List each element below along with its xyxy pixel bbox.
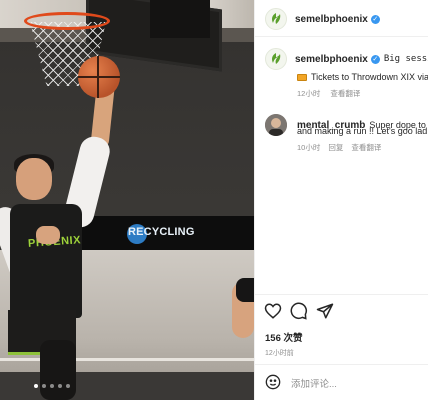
carousel-dot bbox=[58, 384, 62, 388]
caption-meta: 12小时 查看翻译 bbox=[297, 88, 360, 99]
comment-input-divider bbox=[255, 364, 428, 365]
profile-avatar[interactable] bbox=[265, 8, 287, 30]
comment-text-line2: and making a run !! Let's goo lad bbox=[297, 126, 428, 136]
comment-icon[interactable] bbox=[290, 302, 308, 320]
heart-icon[interactable] bbox=[264, 302, 282, 320]
caption-block: semelbphoenix ✓ Big session bbox=[265, 48, 428, 70]
caption-line2: Tickets to Throwdown XIX via bbox=[297, 72, 428, 82]
other-player-shirt bbox=[236, 278, 254, 302]
carousel-dot bbox=[66, 384, 70, 388]
post-time-ago: 12小时前 bbox=[265, 350, 294, 357]
carousel-dot bbox=[50, 384, 54, 388]
carousel-dot bbox=[42, 384, 46, 388]
comment-translate-link[interactable]: 查看翻译 bbox=[351, 142, 381, 153]
player-jersey bbox=[10, 204, 82, 318]
caption-time: 12小时 bbox=[297, 89, 321, 98]
caption-translate-link[interactable]: 查看翻译 bbox=[330, 88, 360, 99]
header-username[interactable]: semelbphoenix bbox=[295, 14, 368, 25]
person-avatar-icon bbox=[265, 114, 287, 136]
add-comment-input[interactable]: 添加评论... bbox=[291, 376, 337, 390]
player-leg bbox=[40, 340, 76, 400]
post-photo[interactable]: RECYCLING PHOENIX bbox=[0, 0, 254, 400]
header-divider bbox=[255, 36, 428, 37]
smiley-icon[interactable] bbox=[265, 374, 283, 392]
court-line bbox=[0, 358, 254, 361]
caption-text: Big session bbox=[383, 54, 428, 64]
carousel-dot bbox=[34, 384, 38, 388]
sponsor-banner-text: RECYCLING bbox=[128, 226, 195, 238]
caption-line2-text: Tickets to Throwdown XIX via bbox=[311, 72, 428, 82]
comment-line2: and making a run !! Let's goo lad bbox=[297, 126, 427, 136]
commenter-avatar[interactable] bbox=[265, 114, 287, 136]
caption-avatar[interactable] bbox=[265, 48, 287, 70]
caption-username[interactable]: semelbphoenix bbox=[295, 54, 368, 65]
actions-divider bbox=[255, 294, 428, 295]
comment-reply-link[interactable]: 回复 bbox=[328, 142, 343, 153]
verified-badge-icon: ✓ bbox=[370, 14, 380, 24]
ticket-icon bbox=[297, 73, 307, 81]
carousel-indicator bbox=[34, 384, 70, 388]
comment-meta: 10小时 回复 查看翻译 bbox=[297, 142, 381, 153]
likes-count[interactable]: 156 次赞 bbox=[265, 330, 303, 344]
player-head bbox=[16, 158, 52, 200]
player-hand bbox=[36, 226, 60, 244]
comment-time: 10小时 bbox=[297, 143, 321, 152]
phoenix-logo-icon bbox=[272, 53, 281, 64]
phoenix-logo-icon bbox=[272, 13, 281, 24]
send-icon[interactable] bbox=[316, 302, 334, 320]
basketball-rim bbox=[24, 12, 110, 30]
verified-badge-icon: ✓ bbox=[370, 54, 380, 64]
post-header: semelbphoenix ✓ bbox=[265, 8, 380, 30]
post-side-panel: semelbphoenix ✓ semelbphoenix ✓ Big sess… bbox=[254, 0, 428, 400]
hoop-bracket bbox=[150, 0, 210, 38]
basketball bbox=[78, 56, 120, 98]
